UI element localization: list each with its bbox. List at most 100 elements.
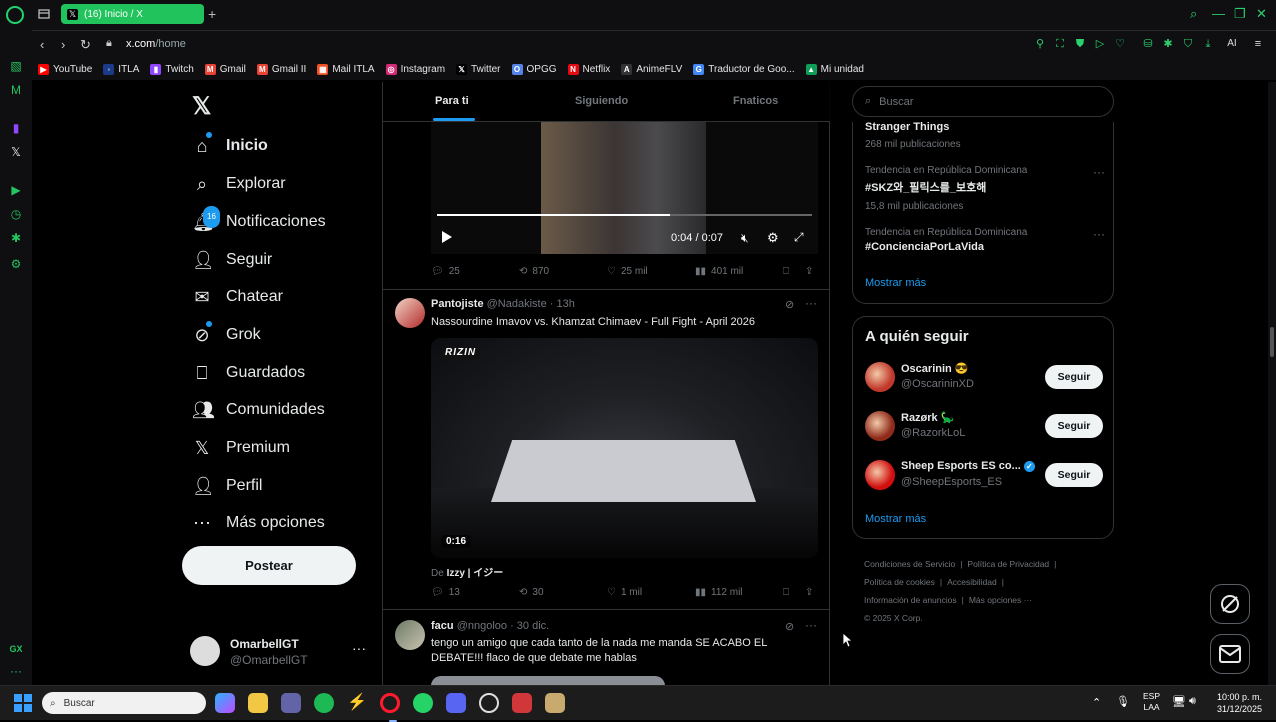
- footer-link[interactable]: Más opciones ···: [969, 595, 1032, 605]
- wallet-icon[interactable]: ⛉: [1182, 38, 1194, 50]
- tray-overflow-icon[interactable]: ⌃: [1092, 696, 1101, 709]
- new-tab-button[interactable]: +: [208, 6, 216, 22]
- opera-gx-taskbar-icon[interactable]: [380, 693, 400, 722]
- like-button[interactable]: ♡ 25 mil: [607, 266, 648, 277]
- system-clock[interactable]: 10:00 p. m. 31/12/2025: [1210, 691, 1262, 715]
- grok-icon[interactable]: ⊘: [785, 620, 794, 633]
- snapshot-icon[interactable]: ⛶: [1054, 38, 1066, 50]
- tweet-author-name[interactable]: Pantojiste: [431, 298, 484, 310]
- sidebar-history-icon[interactable]: ◷: [8, 206, 24, 222]
- avatar[interactable]: [865, 411, 895, 441]
- search-tabs-icon[interactable]: ⌕: [1190, 6, 1197, 22]
- copilot-icon[interactable]: [215, 693, 235, 713]
- play-icon[interactable]: ▷: [1094, 38, 1106, 50]
- tweet-author-name[interactable]: facu: [431, 620, 454, 632]
- bookmark-button[interactable]: ⎕: [783, 266, 789, 277]
- bookmark-item[interactable]: ◎ Instagram: [385, 63, 445, 75]
- grok-fab-button[interactable]: [1210, 584, 1250, 624]
- nav-item-more[interactable]: ⋯ Más opciones: [192, 511, 325, 535]
- follow-button[interactable]: Seguir: [1045, 463, 1103, 487]
- nav-item-follow[interactable]: 👤︎ Seguir: [192, 248, 272, 272]
- video-source-user[interactable]: Izzy | イジー: [447, 568, 504, 579]
- volume-icon[interactable]: 🔊︎: [1189, 695, 1196, 708]
- more-icon[interactable]: ···: [1093, 227, 1105, 241]
- steam-icon[interactable]: [479, 693, 499, 713]
- nav-item-search[interactable]: ⌕ Explorar: [192, 172, 286, 196]
- views-button[interactable]: ▮▮ 401 mil: [695, 266, 743, 277]
- page-scrollbar[interactable]: [1268, 82, 1276, 685]
- more-icon[interactable]: ···: [1093, 165, 1105, 179]
- nav-item-communities[interactable]: 👥︎ Comunidades: [192, 398, 325, 422]
- tweet-media[interactable]: [431, 676, 665, 685]
- microphone-icon[interactable]: 🎙︎: [1116, 695, 1130, 708]
- more-icon[interactable]: ···: [805, 618, 817, 632]
- sidebar-player-icon[interactable]: ▶: [8, 182, 24, 198]
- tweet[interactable]: Pantojiste @Nadakiste · 13h ⊘ ··· Nassou…: [383, 290, 830, 610]
- sidebar-gx-icon[interactable]: GX: [8, 641, 24, 657]
- discord-icon[interactable]: [446, 693, 466, 713]
- follow-button[interactable]: Seguir: [1045, 414, 1103, 438]
- fullscreen-icon[interactable]: ⤢: [794, 230, 804, 245]
- repost-button[interactable]: ⟲ 870: [519, 266, 549, 277]
- bookmark-item[interactable]: ▲ Mi unidad: [805, 63, 864, 75]
- search-field[interactable]: ⌕: [852, 86, 1114, 117]
- follow-suggestion[interactable]: Oscarinin 😎 @OscarininXD Seguir: [865, 360, 1103, 394]
- opera-gx-logo-icon[interactable]: [6, 6, 24, 24]
- bookmark-item[interactable]: M Gmail II: [256, 63, 306, 75]
- nav-item-home[interactable]: ⌂ Inicio: [192, 132, 268, 158]
- footer-link[interactable]: Condiciones de Servicio: [864, 559, 955, 569]
- tweet-author-handle[interactable]: @nngoloo: [457, 620, 507, 632]
- sidebar-m-icon[interactable]: M: [8, 82, 24, 98]
- settings-icon[interactable]: ⚙: [767, 230, 779, 246]
- post-button[interactable]: Postear: [182, 546, 356, 585]
- language-indicator[interactable]: ESP LAA: [1143, 691, 1160, 713]
- sidebar-x-icon[interactable]: 𝕏: [8, 144, 24, 160]
- bookmark-item[interactable]: ▶ YouTube: [38, 63, 92, 75]
- download-icon[interactable]: ⤓: [1202, 38, 1214, 50]
- x-logo-icon[interactable]: 𝕏: [192, 92, 211, 121]
- tweet-time[interactable]: · 30 dic.: [510, 620, 549, 632]
- reply-button[interactable]: 💬︎ 25: [431, 266, 460, 277]
- tweet-video[interactable]: RIZIN 0:16: [431, 338, 818, 558]
- tab-fnaticos[interactable]: Fnaticos: [733, 95, 778, 107]
- share-button[interactable]: ⇪: [805, 266, 813, 277]
- video-progress-bar[interactable]: [437, 214, 812, 216]
- footer-link[interactable]: Accesibilidad: [947, 577, 997, 587]
- pin-icon[interactable]: ⚲: [1034, 38, 1046, 50]
- nav-item-profile[interactable]: 👤︎ Perfil: [192, 474, 262, 498]
- avatar[interactable]: [865, 362, 895, 392]
- trend-item[interactable]: Tendencia en República Dominicana #Conci…: [865, 227, 1105, 253]
- bookmark-item[interactable]: N Netflix: [567, 63, 610, 75]
- tab-para-ti[interactable]: Para ti: [435, 95, 469, 107]
- more-icon[interactable]: ···: [352, 640, 366, 656]
- avatar[interactable]: [865, 460, 895, 490]
- like-button[interactable]: ♡ 1 mil: [607, 587, 642, 598]
- lock-icon[interactable]: 🔒︎: [106, 37, 112, 50]
- trend-item[interactable]: Tendencia en República Dominicana #SKZ와_…: [865, 165, 1105, 212]
- sidebar-more-icon[interactable]: ···: [8, 663, 24, 679]
- menu-icon[interactable]: ≡: [1252, 38, 1264, 50]
- bookmark-button[interactable]: ⎕: [783, 587, 789, 598]
- nav-item-mail[interactable]: ✉ Chatear: [192, 285, 282, 309]
- workspaces-icon[interactable]: [38, 8, 50, 20]
- show-more-follow-link[interactable]: Mostrar más: [865, 513, 926, 525]
- bookmark-item[interactable]: G Traductor de Goo...: [693, 63, 795, 75]
- follow-suggestion[interactable]: Sheep Esports ES co... ✓ @SheepEsports_E…: [865, 458, 1103, 492]
- search-input[interactable]: [879, 95, 1090, 108]
- tweet-author-handle[interactable]: @Nadakiste: [487, 298, 547, 310]
- nav-item-bookmark[interactable]: ⎕ Guardados: [192, 361, 306, 385]
- forward-button[interactable]: ›: [61, 37, 65, 52]
- messages-fab-button[interactable]: [1210, 634, 1250, 674]
- shield-icon[interactable]: ⛊: [1074, 38, 1086, 50]
- play-icon[interactable]: [441, 230, 453, 244]
- ai-button[interactable]: AI: [1222, 38, 1242, 50]
- riot-client-icon[interactable]: [512, 693, 532, 713]
- bookmark-item[interactable]: ◦ ITLA: [103, 63, 139, 75]
- footer-link[interactable]: Política de cookies: [864, 577, 935, 587]
- follow-button[interactable]: Seguir: [1045, 365, 1103, 389]
- avatar[interactable]: [395, 298, 425, 328]
- bookmark-item[interactable]: ▦ Mail ITLA: [317, 63, 375, 75]
- bookmark-item[interactable]: ▮ Twitch: [150, 63, 194, 75]
- nav-item-bell[interactable]: 🔔︎16 Notificaciones: [192, 206, 326, 234]
- close-window-button[interactable]: ✕: [1256, 6, 1267, 22]
